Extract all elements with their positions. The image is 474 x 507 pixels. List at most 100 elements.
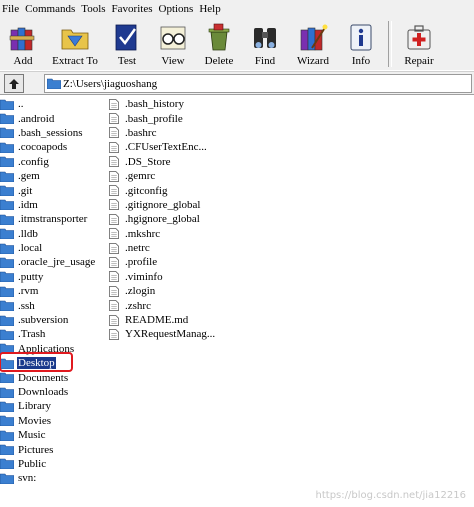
folder-item[interactable]: Public — [0, 457, 96, 471]
folder-item[interactable]: .bash_sessions — [0, 126, 96, 140]
menu-file[interactable]: File — [0, 0, 23, 18]
file-item[interactable]: .zlogin — [107, 284, 216, 298]
folder-icon — [0, 459, 14, 470]
file-item[interactable]: .CFUserTextEnc... — [107, 140, 216, 154]
menu-commands[interactable]: Commands — [23, 0, 79, 18]
find-button[interactable]: Find — [242, 18, 288, 70]
file-icon — [109, 300, 119, 312]
file-name: .profile — [125, 256, 158, 269]
file-column: .bash_history .bash_profile .bashrc .CFUser… — [107, 97, 216, 342]
folder-item[interactable]: Downloads — [0, 385, 96, 399]
folder-item[interactable]: Pictures — [0, 442, 96, 456]
delete-button[interactable]: Delete — [196, 18, 242, 70]
folder-item[interactable]: .git — [0, 183, 96, 197]
file-name: .bash_profile — [125, 112, 183, 125]
folder-item[interactable]: .rvm — [0, 284, 96, 298]
folder-icon — [0, 444, 14, 456]
extract-to-label: Extract To — [52, 55, 98, 67]
file-item[interactable]: .netrc — [107, 241, 216, 255]
repair-button[interactable]: Repair — [396, 18, 442, 70]
folder-item[interactable]: .android — [0, 111, 96, 125]
file-item[interactable]: .gemrc — [107, 169, 216, 183]
wizard-button[interactable]: Wizard — [288, 18, 338, 70]
file-item[interactable]: .zshrc — [107, 298, 216, 312]
folder-name: Pictures — [18, 443, 54, 456]
folder-icon — [0, 272, 14, 283]
folder-item[interactable]: .config — [0, 155, 96, 169]
info-label: Info — [351, 55, 371, 67]
repair-label: Repair — [404, 55, 434, 67]
file-icon — [109, 228, 119, 240]
red-highlight-box — [0, 352, 73, 372]
folder-item[interactable]: svn: — [0, 471, 96, 485]
file-item[interactable]: .mkshrc — [107, 227, 216, 241]
folder-name: Library — [18, 400, 51, 413]
file-item[interactable]: .bashrc — [107, 126, 216, 140]
folder-item[interactable]: .local — [0, 241, 96, 255]
folder-item[interactable]: .putty — [0, 270, 96, 284]
folder-name: .android — [18, 112, 55, 125]
folder-item[interactable]: .idm — [0, 198, 96, 212]
folder-name: .gem — [18, 170, 40, 183]
file-item[interactable]: .gitconfig — [107, 183, 216, 197]
file-icon — [109, 213, 119, 225]
repair-kit-icon — [403, 21, 435, 53]
extract-to-button[interactable]: Extract To — [46, 18, 104, 70]
file-item[interactable]: .bash_profile — [107, 111, 216, 125]
file-item[interactable]: .gitignore_global — [107, 198, 216, 212]
file-name: .gemrc — [125, 170, 156, 183]
menu-bar: File Commands Tools Favorites Options He… — [0, 0, 474, 18]
test-button[interactable]: Test — [104, 18, 150, 70]
folder-item[interactable]: .lldb — [0, 227, 96, 241]
file-item[interactable]: .hgignore_global — [107, 212, 216, 226]
menu-tools[interactable]: Tools — [79, 0, 109, 18]
watermark: https://blog.csdn.net/jia12216 — [315, 490, 466, 501]
folder-item[interactable]: Documents — [0, 370, 96, 384]
add-button[interactable]: Add — [0, 18, 46, 70]
test-label: Test — [117, 55, 137, 67]
delete-bin-icon — [203, 21, 235, 53]
folder-item[interactable]: .itmstransporter — [0, 212, 96, 226]
folder-icon — [0, 315, 14, 326]
up-arrow-icon — [9, 78, 19, 89]
folder-icon — [0, 372, 14, 384]
view-button[interactable]: View — [150, 18, 196, 70]
file-icon — [109, 242, 119, 254]
menu-options[interactable]: Options — [157, 0, 198, 18]
view-glasses-icon — [157, 21, 189, 53]
folder-item[interactable]: .. — [0, 97, 96, 111]
folder-item[interactable]: Music — [0, 428, 96, 442]
file-icon — [109, 127, 119, 139]
folder-icon — [0, 228, 14, 240]
folder-item[interactable]: .cocoapods — [0, 140, 96, 154]
delete-label: Delete — [204, 55, 234, 67]
folder-icon — [0, 243, 14, 254]
folder-item[interactable]: .ssh — [0, 298, 96, 312]
folder-icon — [0, 430, 14, 441]
menu-favorites[interactable]: Favorites — [110, 0, 157, 18]
up-folder-button[interactable] — [4, 74, 24, 93]
file-item[interactable]: README.md — [107, 313, 216, 327]
folder-name: .putty — [18, 270, 44, 283]
folder-item[interactable]: .oracle_jre_usage — [0, 255, 96, 269]
file-item[interactable]: YXRequestManag... — [107, 327, 216, 341]
menu-help[interactable]: Help — [197, 0, 224, 18]
folder-item[interactable]: .subversion — [0, 313, 96, 327]
file-item[interactable]: .DS_Store — [107, 155, 216, 169]
folder-name: .oracle_jre_usage — [18, 256, 96, 269]
folder-item[interactable]: Library — [0, 399, 96, 413]
folder-item[interactable]: Movies — [0, 414, 96, 428]
folder-item[interactable]: .Trash — [0, 327, 96, 341]
view-label: View — [161, 55, 185, 67]
folder-item[interactable]: .gem — [0, 169, 96, 183]
file-icon — [109, 170, 119, 182]
file-icon — [109, 141, 119, 153]
file-item[interactable]: .profile — [107, 255, 216, 269]
file-item[interactable]: .bash_history — [107, 97, 216, 111]
add-books-icon — [7, 21, 39, 53]
file-name: .CFUserTextEnc... — [125, 141, 207, 154]
path-field[interactable]: Z:\Users\jiaguoshang — [44, 74, 472, 93]
file-item[interactable]: .viminfo — [107, 270, 216, 284]
add-label: Add — [13, 55, 33, 67]
info-button[interactable]: Info — [338, 18, 384, 70]
